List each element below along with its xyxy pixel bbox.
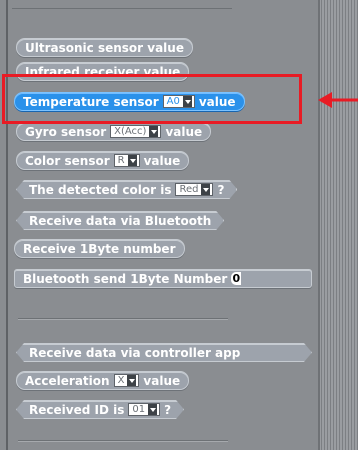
block-ultrasonic-sensor[interactable]: Ultrasonic sensor value (16, 38, 193, 57)
block-label-suffix: value (143, 373, 181, 388)
block-detected-color[interactable]: The detected color is Red ? (16, 180, 237, 199)
block-label: Receive 1Byte number (23, 241, 176, 256)
number-input[interactable]: 0 (231, 272, 242, 285)
block-receive-controller-app[interactable]: Receive data via controller app (16, 343, 312, 362)
scrollbar[interactable] (318, 0, 358, 450)
axis-dropdown[interactable]: X (113, 374, 140, 387)
block-label: Gyro sensor (25, 124, 107, 139)
block-label: Receive data via controller app (29, 345, 241, 360)
axis-dropdown[interactable]: X(Acc) (110, 125, 162, 138)
highlight-box (2, 74, 302, 124)
palette-edge (6, 0, 8, 450)
block-acceleration[interactable]: Acceleration X value (16, 371, 190, 390)
color-dropdown[interactable]: Red (175, 183, 213, 196)
section-divider (18, 318, 228, 319)
section-divider (18, 440, 228, 441)
annotation-arrow-icon (318, 92, 358, 108)
id-dropdown[interactable]: 01 (128, 403, 160, 416)
chevron-down-icon (149, 126, 159, 137)
block-label: Receive data via Bluetooth (29, 213, 212, 228)
block-receive-bluetooth[interactable]: Receive data via Bluetooth (16, 211, 224, 230)
block-label: Received ID is (29, 402, 125, 417)
block-receive-1byte[interactable]: Receive 1Byte number (14, 239, 185, 258)
block-label: Acceleration (25, 373, 110, 388)
chevron-down-icon (201, 184, 210, 195)
block-bluetooth-send[interactable]: Bluetooth send 1Byte Number 0 (14, 269, 312, 288)
chevron-down-icon (127, 375, 137, 386)
block-label-suffix: value (165, 124, 203, 139)
block-received-id[interactable]: Received ID is 01 ? (16, 400, 184, 419)
block-color-sensor[interactable]: Color sensor R value (16, 151, 190, 170)
channel-dropdown[interactable]: R (113, 154, 140, 167)
block-label: Color sensor (25, 153, 110, 168)
block-label-suffix: ? (164, 402, 172, 417)
block-label-suffix: value (143, 153, 181, 168)
block-gyro-sensor[interactable]: Gyro sensor X(Acc) value (16, 122, 212, 141)
block-label: Ultrasonic sensor value (25, 40, 184, 55)
chevron-down-icon (127, 155, 137, 166)
chevron-down-icon (148, 404, 157, 415)
block-label: Bluetooth send 1Byte Number (23, 271, 228, 286)
block-label: The detected color is (29, 182, 172, 197)
palette-top-divider (12, 0, 232, 9)
block-label-suffix: ? (217, 182, 225, 197)
